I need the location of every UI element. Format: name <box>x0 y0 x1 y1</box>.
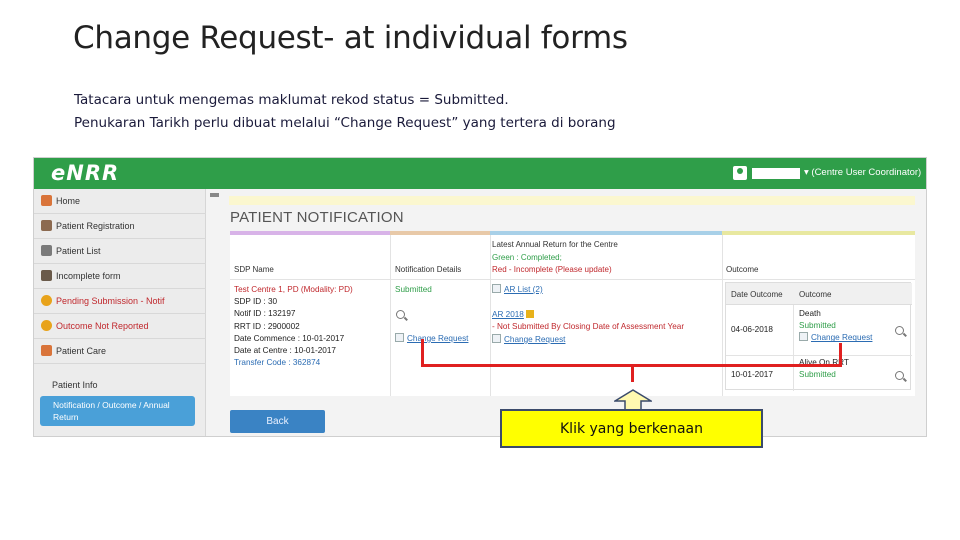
column-accent <box>390 231 490 235</box>
subheader-date-outcome: Date Outcome <box>731 290 783 299</box>
ar-year-label: AR 2018 <box>492 310 524 319</box>
sidebar-item-label: Patient List <box>56 246 101 256</box>
change-request-label: Change Request <box>811 333 873 343</box>
app-logo[interactable]: eNRR <box>51 161 119 185</box>
slide-title: Change Request- at individual forms <box>73 20 628 56</box>
transfer-code: Transfer Code : 362874 <box>234 358 321 368</box>
column-divider <box>490 235 491 396</box>
edit-icon <box>799 332 808 342</box>
subtable-divider <box>793 305 794 391</box>
page-title: PATIENT NOTIFICATION <box>230 209 404 226</box>
notif-id: Notif ID : 132197 <box>234 309 296 319</box>
outcome-row-2-date: 10-01-2017 <box>731 370 773 379</box>
ar-not-submitted: - Not Submitted By Closing Date of Asses… <box>492 322 685 331</box>
sidebar-item-patient-list[interactable]: Patient List <box>34 239 206 264</box>
list-icon <box>41 245 52 256</box>
ar-list-link[interactable]: AR List (2) <box>492 284 543 296</box>
sidebar-item-patient-registration[interactable]: Patient Registration <box>34 214 206 239</box>
username-redacted <box>752 168 800 179</box>
form-icon <box>41 270 52 281</box>
outcome-row-2-submitted: Submitted <box>799 370 836 380</box>
star-icon <box>41 320 52 331</box>
sidebar: Home Patient Registration Patient List I… <box>34 189 206 436</box>
bracket-right <box>839 343 842 367</box>
sidebar-item-home[interactable]: Home <box>34 189 206 214</box>
sidebar-item-notification-outcome-annual[interactable]: Notification / Outcome / Annual Return <box>40 396 195 426</box>
ar-year-link[interactable]: AR 2018 <box>492 309 534 321</box>
sidebar-item-outcome-not-reported[interactable]: Outcome Not Reported <box>34 314 206 339</box>
rrt-id: RRT ID : 2900002 <box>234 321 300 331</box>
sidebar-active-line-1: Notification / Outcome / Annual <box>53 400 170 410</box>
sidebar-item-patient-care[interactable]: Patient Care <box>34 339 206 364</box>
subheader-outcome: Outcome <box>799 290 832 299</box>
info-bar <box>229 196 915 205</box>
header-annual-return: Latest Annual Return for the Centre <box>492 240 618 249</box>
top-bar: eNRR ▾ (Centre User Coordinator) <box>34 158 926 189</box>
sidebar-active-line-2: Return <box>53 412 79 422</box>
search-icon[interactable] <box>895 371 904 380</box>
sidebar-item-label: Incomplete form <box>56 271 121 281</box>
outcome-row-1: Death Submitted Change Request <box>799 308 872 345</box>
sdp-details: Test Centre 1, PD (Modality: PD) SDP ID … <box>234 284 353 369</box>
search-icon[interactable] <box>396 310 405 319</box>
add-icon <box>525 310 534 318</box>
user-role-menu[interactable]: ▾ (Centre User Coordinator) <box>804 167 921 178</box>
header-annual-green: Green : Completed; <box>492 253 562 262</box>
sdp-id: SDP ID : 30 <box>234 297 278 307</box>
change-request-label: Change Request <box>407 334 469 343</box>
column-divider <box>722 235 723 396</box>
bracket-center-stem <box>631 364 634 382</box>
app-screenshot: eNRR ▾ (Centre User Coordinator) Home Pa… <box>33 157 927 437</box>
sidebar-item-label: Patient Registration <box>56 221 135 231</box>
sidebar-item-label: Patient Care <box>56 346 107 356</box>
sidebar-section-label: Patient Info <box>52 380 98 390</box>
outcome-change-request-link[interactable]: Change Request <box>799 332 872 344</box>
subtable-row-divider <box>726 355 912 356</box>
header-sdp-name: SDP Name <box>234 265 274 274</box>
date-at-centre: Date at Centre : 10-01-2017 <box>234 346 336 356</box>
bracket-left <box>421 339 424 367</box>
description-line-1: Tatacara untuk mengemas maklumat rekod s… <box>74 92 509 108</box>
star-icon <box>41 295 52 306</box>
sidebar-item-pending-submission[interactable]: Pending Submission - Notif <box>34 289 206 314</box>
header-divider <box>230 279 915 280</box>
sidebar-item-label: Home <box>56 196 81 206</box>
date-commence: Date Commence : 10-01-2017 <box>234 333 345 343</box>
outcome-subtable: Date Outcome Outcome 04-06-2018 Death Su… <box>725 282 912 391</box>
outcome-row-1-date: 04-06-2018 <box>731 325 773 334</box>
column-divider <box>390 235 391 396</box>
description-line-2: Penukaran Tarikh perlu dibuat melalui “C… <box>74 115 616 131</box>
collapse-icon[interactable] <box>210 193 219 197</box>
outcome-row-1-status: Death <box>799 309 821 318</box>
sdp-name: Test Centre 1, PD (Modality: PD) <box>234 285 353 294</box>
notif-change-request-link[interactable]: Change Request <box>395 333 468 345</box>
user-icon[interactable] <box>733 166 747 180</box>
ar-list-label: AR List (2) <box>504 285 543 294</box>
care-icon <box>41 345 52 356</box>
notification-status: Submitted <box>395 285 432 294</box>
column-accent <box>722 231 915 235</box>
back-button[interactable]: Back <box>230 410 325 433</box>
header-annual-red: Red - Incomplete (Please update) <box>492 265 612 274</box>
change-request-label: Change Request <box>504 335 566 344</box>
sidebar-item-label: Outcome Not Reported <box>56 321 149 331</box>
list-icon <box>492 284 501 293</box>
edit-icon <box>492 334 501 343</box>
sidebar-item-label: Pending Submission - Notif <box>56 296 165 306</box>
header-notification-details: Notification Details <box>395 265 462 274</box>
annual-change-request-link[interactable]: Change Request <box>492 334 565 346</box>
edit-icon <box>395 333 404 342</box>
column-accent <box>230 231 390 235</box>
outcome-row-1-submitted: Submitted <box>799 321 836 331</box>
column-accent <box>490 231 722 235</box>
sidebar-item-incomplete-form[interactable]: Incomplete form <box>34 264 206 289</box>
registration-icon <box>41 220 52 231</box>
callout-box: Klik yang berkenaan <box>500 409 763 448</box>
header-outcome: Outcome <box>726 265 759 274</box>
search-icon[interactable] <box>895 326 904 335</box>
home-icon <box>41 195 52 206</box>
